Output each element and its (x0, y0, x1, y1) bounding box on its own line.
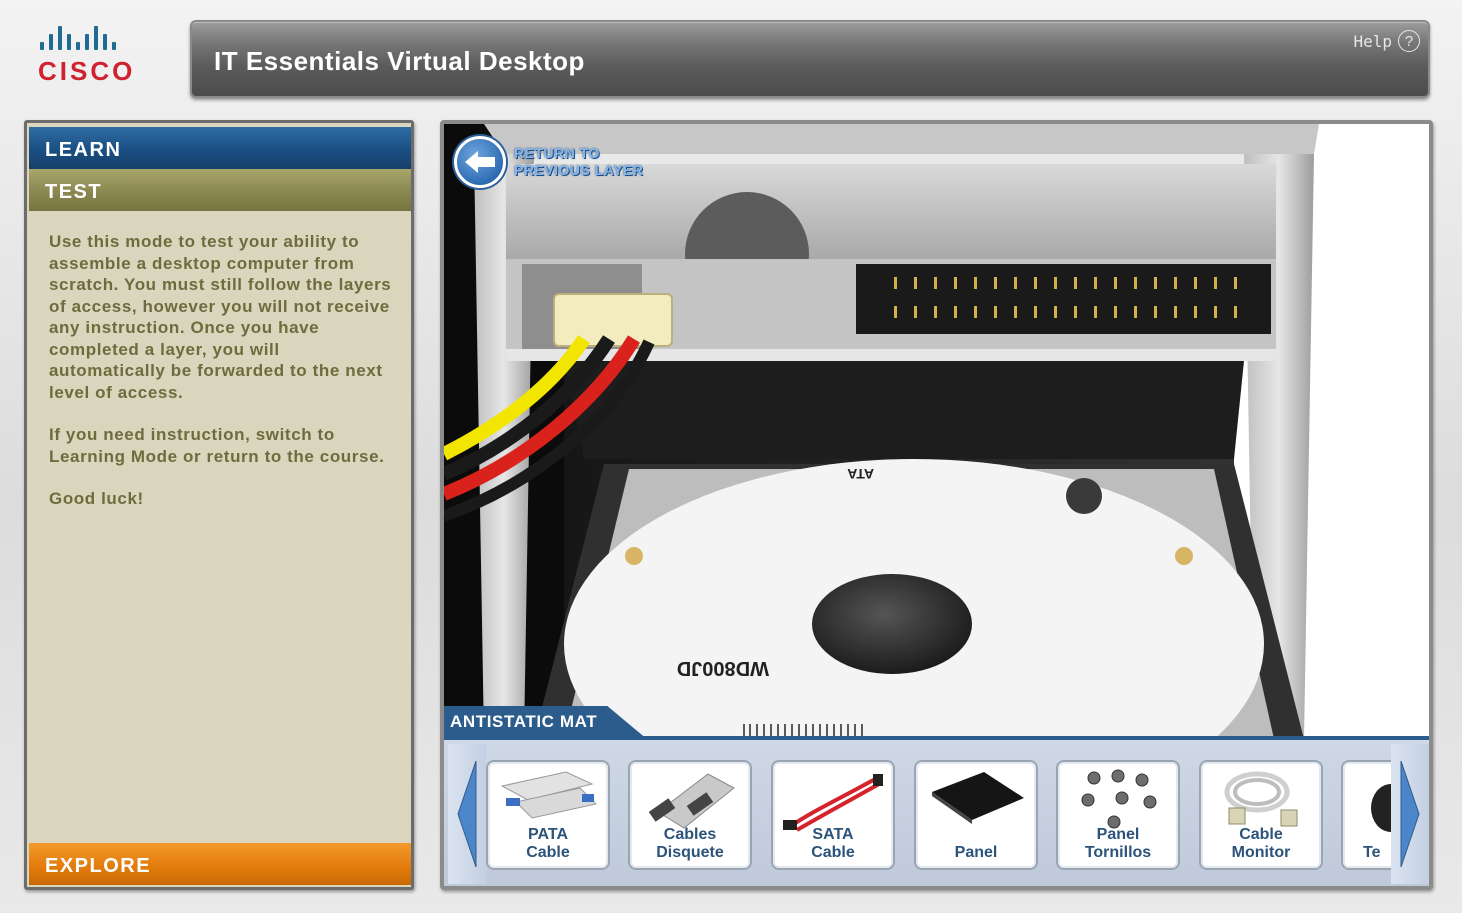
chevron-right-icon (1400, 760, 1420, 868)
item-label: Panel (1096, 826, 1140, 843)
keyboard-icon (1371, 784, 1391, 832)
app-title: IT Essentials Virtual Desktop (214, 46, 585, 76)
component-list: PATA Cable Cables Disquete SATA Cable Pa… (486, 760, 1391, 872)
item-label: Cables (663, 826, 717, 843)
chevron-left-icon (457, 760, 477, 868)
mode-panel: LEARN TEST Use this mode to test your ab… (24, 120, 414, 890)
help-icon: ? (1398, 30, 1420, 52)
tab-learn[interactable]: LEARN (29, 127, 411, 169)
item-label: Cable (1239, 826, 1283, 843)
virtual-desktop-viewport: WD800JD ATA RETURN TO PREVIOUS LAYER ANT… (440, 120, 1433, 890)
scroll-right-button[interactable] (1391, 744, 1429, 884)
tray-item-sata-cable[interactable]: SATA Cable (771, 760, 895, 870)
floppy-cable-icon (648, 773, 735, 829)
tab-explore[interactable]: EXPLORE (29, 843, 411, 885)
drive-bay-scene[interactable]: WD800JD ATA (444, 124, 1429, 739)
title-bar: IT Essentials Virtual Desktop Help ? (190, 20, 1430, 98)
tray-item-floppy-cable[interactable]: Cables Disquete (628, 760, 752, 870)
cisco-wordmark: CISCO (38, 56, 136, 86)
screws-icon (1081, 769, 1157, 829)
cisco-logo: CISCO (30, 24, 160, 94)
description-paragraph: If you need instruction, switch to Learn… (49, 425, 385, 466)
item-label: SATA (812, 826, 854, 843)
return-label-line1: RETURN TO (514, 145, 600, 161)
return-previous-layer-button[interactable]: RETURN TO PREVIOUS LAYER (454, 136, 643, 188)
description-paragraph: Use this mode to test your ability to as… (49, 232, 392, 402)
tray-item-monitor-cable[interactable]: Cable Monitor (1199, 760, 1323, 870)
help-button[interactable]: Help ? (1353, 30, 1420, 52)
back-arrow-icon (454, 136, 506, 188)
item-label: Panel (954, 844, 998, 861)
item-label: PATA (528, 826, 568, 843)
tab-test[interactable]: TEST (29, 169, 411, 211)
scroll-left-button[interactable] (448, 744, 486, 884)
cisco-bars-icon (40, 24, 160, 50)
tray-item-panel[interactable]: Panel (914, 760, 1038, 870)
item-label: Cable (526, 844, 570, 861)
pata-cable-icon (500, 771, 598, 819)
tray-item-keyboard[interactable]: Te (1341, 760, 1391, 870)
help-label: Help (1353, 31, 1392, 51)
tray-item-pata-cable[interactable]: PATA Cable (486, 760, 610, 870)
item-label: Tornillos (1084, 844, 1152, 861)
description-paragraph: Good luck! (49, 489, 144, 508)
item-label: Cable (811, 844, 855, 861)
tray-item-screws[interactable]: Panel Tornillos (1056, 760, 1180, 870)
monitor-cable-icon (1224, 771, 1298, 827)
sata-cable-icon (783, 774, 883, 832)
item-label: Monitor (1231, 844, 1291, 861)
hdd-model-label: WD800JD (677, 657, 769, 679)
tray-divider (444, 736, 1429, 740)
mode-description: Use this mode to test your ability to as… (49, 231, 394, 531)
item-label: Disquete (656, 844, 724, 861)
item-label: Te (1363, 844, 1381, 861)
ata-label: ATA (847, 466, 874, 482)
return-label-line2: PREVIOUS LAYER (514, 162, 644, 178)
antistatic-mat-tray: ANTISTATIC MAT PATA Cable Cables Disquet… (444, 706, 1429, 886)
panel-icon (932, 772, 1024, 824)
